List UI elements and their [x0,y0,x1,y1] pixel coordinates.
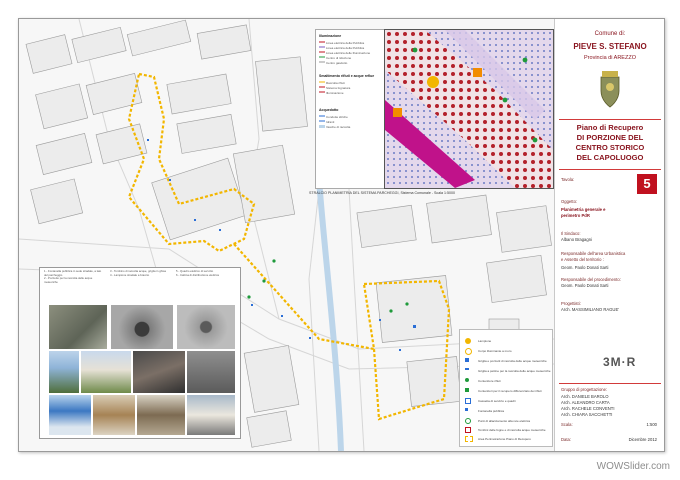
wall-lamp-icon [465,348,472,355]
lamp-icon [465,338,471,344]
comune-label: Comune di: [594,31,626,37]
photo-notes-col-2: 3 - Tombino di raccolta acque, griglia i… [110,269,170,277]
grate-icon [465,368,469,370]
plan-title-line: CENTRO STORICO [575,143,645,152]
oggetto-text: Planimetria generale e perimetro PdR [561,207,661,219]
coat-of-arms-icon [600,71,620,108]
legend-item: Punti di allacciamento alla rete elettri… [478,419,531,423]
progettisti-name: Arch. MASSIMILIANO RAGUE' [561,307,620,312]
inset-map [384,29,554,189]
photo-cabin [48,394,92,436]
legend-item: Contenitori per il recupero differenziat… [478,389,542,393]
photo-wall [186,350,236,394]
title-block: Comune di: PIEVE S. STEFANO Provincia di… [554,19,664,451]
inset-drawing [385,30,553,188]
legend-item: Area Perimetrazione Piano di Recupero [478,437,531,441]
resp-name: Geom. Paolo Donati Sarti [561,265,609,270]
legend-item: Corpo illuminante a muro [478,349,512,353]
legend-item: Contenitore rifiuti [478,379,501,383]
photo-drain-grate [110,304,174,350]
gruppo-name: Arch. CHIARA SACCHETTI [561,412,613,417]
photo-street [80,350,132,394]
power-point-icon [465,418,471,424]
plan-map: Illuminazione Linea elettrica della Pubb… [19,19,554,451]
plan-title: Piano di Recupero DI PORZIONE DEL CENTRO… [555,123,664,163]
scala-value: 1:500 [646,422,657,427]
divider [559,119,661,120]
legend-item: Cassetta di servizio e quadri [478,399,516,403]
oggetto-line: perimetro PdR [561,213,590,218]
legend-item: Lampione [478,339,492,343]
legend-swatches [319,41,325,128]
studio-logo-text: 3M·R [603,355,637,369]
photo-facade [136,394,186,436]
bin-icon [465,378,469,382]
divider [559,383,661,384]
service-box-icon [465,398,471,404]
legend-item: Griglia e pozzetti di raccolta delle acq… [478,359,547,363]
photo-door [92,394,136,436]
sewer-icon [465,427,471,433]
network-legend: Illuminazione Linea elettrica della Pubb… [315,29,387,189]
sindaco-name: Albano Bragagni [561,237,592,242]
photo-panel: 1 - Fontanella pubblica in sede stradale… [39,267,241,439]
recycling-icon [465,388,469,392]
legend-item: Griglia a pettine per la raccolta delle … [478,369,551,373]
comune-name: PIEVE S. STEFANO [573,42,647,51]
tavola-number: 5 [637,174,657,194]
divider [559,169,661,170]
photo-note: 4 - Lampione stradale a braccio [110,272,150,277]
gruppo-label: Gruppo di progettazione: [561,387,608,392]
photo-street-corner [186,394,236,436]
legend-item: Fontanella pubblica [478,409,505,413]
photo-notes-col-1: 1 - Fontanella pubblica in sede stradale… [44,269,104,284]
photo-manhole [176,304,236,350]
studio-logo: 3M·R [565,355,655,373]
oggetto-label: Oggetto: [561,199,578,204]
legend-item: Tombini delle fogne e di raccolta acque … [478,428,546,432]
data-value: Dicembre 2012 [628,437,657,442]
photo-building [132,350,186,394]
gruppo-names: Arch. DANIELE BAROLO Arch. ALEANDRO CART… [561,394,661,418]
resp-proc-name: Geom. Paolo Donati Sarti [561,283,609,288]
photo-note: 2 - Pozzetto per la raccolta delle acque… [44,276,93,284]
resp-label-line: e Assetto del territorio : [561,257,604,262]
inset-caption: STRALCIO PLANIMETRIA DEL SISTEMA PARCHEG… [309,191,455,195]
province-name: Provincia di AREZZO [584,55,636,61]
plan-title-line: Piano di Recupero [576,123,644,132]
photo-fountain [48,304,108,350]
photo-lamp-post [48,350,80,394]
photo-notes-col-3: 5 - Quadro elettrico di servizio 6 - Cab… [176,269,236,277]
resp-label: Responsabile dell'area Urbanistica e Ass… [561,251,661,263]
symbols-legend: Lampione Corpo illuminante a muro Grigli… [459,329,553,447]
plan-title-line: DI PORZIONE DEL [576,133,644,142]
photo-note: 6 - Cabina di distribuzione elettrica [176,272,219,277]
drain-icon [465,358,469,362]
fountain-icon [465,408,468,411]
watermark-text: WOWSlider.com [596,461,670,472]
plan-title-line: DEL CAPOLUOGO [576,153,644,162]
plan-sheet: Illuminazione Linea elettrica della Pubb… [18,18,665,452]
perimeter-icon [465,436,473,442]
